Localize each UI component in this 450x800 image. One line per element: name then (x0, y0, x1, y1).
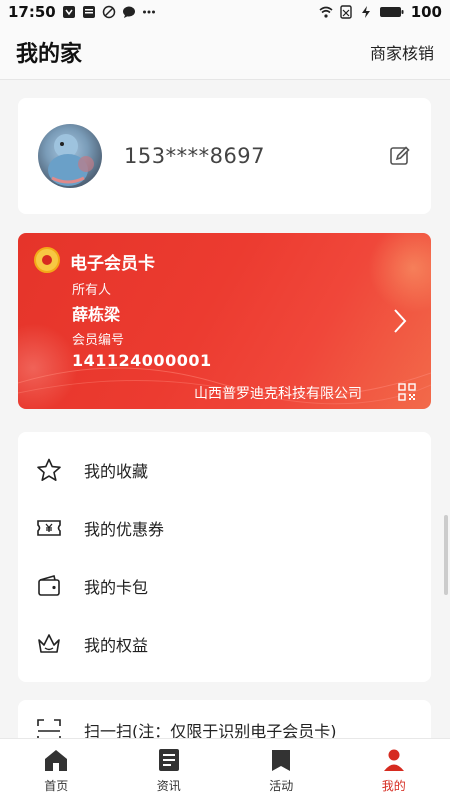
nav-mine[interactable]: 我的 (338, 739, 450, 800)
charging-icon (361, 6, 370, 18)
disabled-icon (102, 5, 115, 19)
status-bar: 17:50 100 (0, 0, 450, 24)
member-number: 141124000001 (72, 351, 212, 370)
menu-list: 我的收藏 我的优惠券 我的卡包 我的权益 (18, 432, 431, 682)
home-icon (45, 750, 68, 771)
star-icon (37, 458, 61, 481)
status-time: 17:50 (8, 3, 56, 21)
menu-item-benefits[interactable]: 我的权益 (18, 616, 431, 672)
menu-item-label: 我的优惠券 (84, 520, 165, 539)
nav-label: 活动 (269, 779, 294, 793)
battery-icon (379, 7, 404, 17)
profile-card: 153****8697 (18, 98, 431, 214)
no-sim-icon (339, 5, 352, 19)
coupon-icon (37, 520, 61, 536)
chevron-right-icon (394, 309, 407, 333)
qr-code-icon[interactable] (398, 383, 416, 401)
user-icon (383, 749, 404, 771)
crown-icon (38, 634, 60, 653)
menu-item-label: 我的卡包 (84, 578, 149, 597)
menu-item-wallet[interactable]: 我的卡包 (18, 558, 431, 614)
nav-home[interactable]: 首页 (0, 739, 113, 800)
nav-label: 首页 (44, 779, 69, 793)
wifi-icon (319, 6, 333, 18)
merchant-verify-button[interactable]: 商家核销 (370, 40, 434, 64)
user-avatar-icon (48, 134, 94, 186)
owner-name: 薛栋梁 (72, 305, 121, 324)
activity-icon (272, 750, 291, 771)
page-title: 我的家 (16, 41, 83, 67)
nav-label: 资讯 (156, 779, 181, 793)
battery-level: 100 (410, 3, 442, 21)
bottom-nav: 首页 资讯 活动 我的 (0, 738, 450, 800)
menu-item-coupons[interactable]: 我的优惠券 (18, 500, 431, 556)
more-dots-icon (142, 10, 155, 14)
member-number-label: 会员编号 (72, 333, 125, 348)
member-card[interactable]: 电子会员卡 所有人 薛栋梁 会员编号 141124000001 山西普罗迪克科技… (18, 233, 431, 409)
owner-label: 所有人 (72, 283, 112, 298)
nav-label: 我的 (381, 779, 406, 793)
avatar[interactable] (38, 124, 102, 188)
scrollbar[interactable] (444, 515, 448, 595)
news-icon (158, 749, 179, 771)
chat-icon (122, 6, 135, 18)
company-name: 山西普罗迪克科技有限公司 (194, 386, 362, 402)
app-notification-icon (62, 6, 75, 18)
menu-item-label: 我的权益 (84, 636, 149, 655)
member-card-title: 电子会员卡 (70, 254, 155, 274)
info-icon (82, 6, 95, 18)
menu-item-label: 我的收藏 (84, 462, 149, 481)
page-header: 我的家 商家核销 (0, 24, 450, 80)
wallet-icon (38, 575, 60, 596)
union-logo-icon (34, 247, 60, 273)
menu-item-favorites[interactable]: 我的收藏 (18, 442, 431, 498)
edit-icon[interactable] (389, 145, 411, 167)
nav-news[interactable]: 资讯 (113, 739, 226, 800)
phone-number: 153****8697 (124, 144, 266, 168)
nav-activity[interactable]: 活动 (225, 739, 338, 800)
